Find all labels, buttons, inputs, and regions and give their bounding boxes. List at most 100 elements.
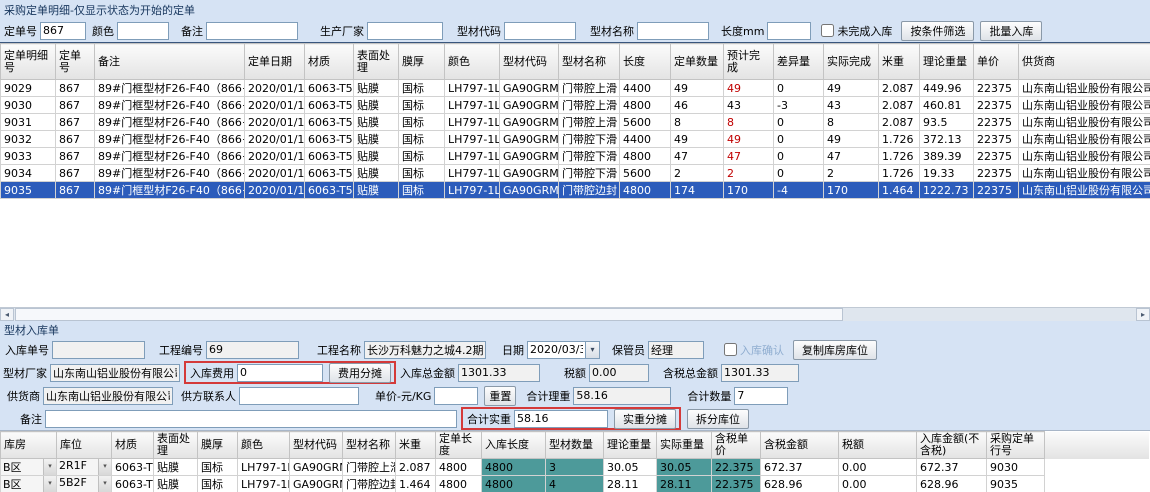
order-detail-row[interactable]: 9031 867 89#门框型材F26-F40（866+867） 2020/01…: [1, 114, 1150, 131]
chevron-down-icon[interactable]: ▾: [98, 476, 111, 492]
col-order-line-no[interactable]: 采购定单行号: [987, 432, 1045, 459]
col-actual-weight[interactable]: 实际重量: [657, 432, 712, 459]
actual-weight-share-button[interactable]: 实重分摊: [614, 409, 676, 429]
actual-total-input[interactable]: [514, 410, 608, 428]
col-order-date[interactable]: 定单日期: [245, 44, 305, 80]
order-detail-row[interactable]: 9034 867 89#门框型材F26-F40（866+867） 2020/01…: [1, 165, 1150, 182]
warehouse-select[interactable]: B区▾: [1, 476, 57, 492]
col-film[interactable]: 膜厚: [399, 44, 445, 80]
col-profile-code[interactable]: 型材代码: [500, 44, 559, 80]
col-surface[interactable]: 表面处理: [154, 432, 198, 459]
col-theory-weight[interactable]: 理论重量: [604, 432, 657, 459]
order-no-input[interactable]: [40, 22, 86, 40]
scrollbar-thumb[interactable]: [15, 308, 843, 321]
col-est-done[interactable]: 预计完成: [724, 44, 774, 80]
inbound-row[interactable]: B区▾ 5B2F▾ 6063-T5 贴膜 国标 LH797-1LL0 GA90G…: [1, 476, 1150, 492]
unit-price-input[interactable]: [434, 387, 478, 405]
chevron-down-icon[interactable]: ▾: [43, 476, 56, 492]
col-diff[interactable]: 差异量: [774, 44, 824, 80]
order-detail-row[interactable]: 9030 867 89#门框型材F26-F40（866+867） 2020/01…: [1, 97, 1150, 114]
col-location[interactable]: 库位: [57, 432, 112, 459]
col-meter-weight[interactable]: 米重: [879, 44, 920, 80]
col-profile-name[interactable]: 型材名称: [559, 44, 620, 80]
amount-input[interactable]: [458, 364, 540, 382]
col-profile-code[interactable]: 型材代码: [290, 432, 343, 459]
calendar-dropdown-icon[interactable]: ▾: [585, 341, 600, 359]
col-detail-no[interactable]: 定单明细号: [1, 44, 56, 80]
batch-inbound-button[interactable]: 批量入库: [980, 21, 1042, 41]
copy-warehouse-location-button[interactable]: 复制库房库位: [793, 340, 877, 360]
inbound-row[interactable]: B区▾ 2R1F▾ 6063-T5 贴膜 国标 LH797-1LL0 GA90G…: [1, 459, 1150, 476]
order-detail-row[interactable]: 9032 867 89#门框型材F26-F40（866+867） 2020/01…: [1, 131, 1150, 148]
cell-unit-price: 22375: [974, 182, 1019, 199]
keeper-input[interactable]: [648, 341, 704, 359]
order-detail-row[interactable]: 9035 867 89#门框型材F26-F40（866+867） 2020/01…: [1, 182, 1150, 199]
qty-total-input[interactable]: [734, 387, 788, 405]
col-remark[interactable]: 备注: [95, 44, 245, 80]
cell-unit-price: 22375: [974, 148, 1019, 165]
profile-name-input[interactable]: [637, 22, 709, 40]
date-picker[interactable]: ▾: [527, 341, 600, 359]
order-detail-row[interactable]: 9033 867 89#门框型材F26-F40（866+867） 2020/01…: [1, 148, 1150, 165]
scroll-left-icon[interactable]: ◂: [0, 308, 14, 321]
horizontal-scrollbar[interactable]: ◂ ▸: [0, 307, 1150, 321]
supplier-input[interactable]: [43, 387, 173, 405]
col-length[interactable]: 长度: [620, 44, 671, 80]
cell-material: 6063-T5: [305, 114, 354, 131]
col-surface[interactable]: 表面处理: [354, 44, 399, 80]
col-warehouse[interactable]: 库房: [1, 432, 57, 459]
col-material[interactable]: 材质: [112, 432, 154, 459]
warehouse-select[interactable]: B区▾: [1, 459, 57, 476]
date-input[interactable]: [527, 341, 585, 359]
col-in-length[interactable]: 入库长度: [482, 432, 546, 459]
col-material[interactable]: 材质: [305, 44, 354, 80]
inbound-remark-input[interactable]: [45, 410, 457, 428]
inbound-no-input[interactable]: [52, 341, 145, 359]
chevron-down-icon[interactable]: ▾: [98, 459, 111, 475]
col-qty[interactable]: 型材数量: [546, 432, 604, 459]
project-name-input[interactable]: [364, 341, 486, 359]
col-tax[interactable]: 税额: [839, 432, 917, 459]
unfinished-checkbox[interactable]: [821, 24, 834, 37]
remark-input[interactable]: [206, 22, 298, 40]
scroll-right-icon[interactable]: ▸: [1136, 308, 1150, 321]
col-meter-weight[interactable]: 米重: [396, 432, 436, 459]
col-tax-amount[interactable]: 含税金额: [761, 432, 839, 459]
col-profile-name[interactable]: 型材名称: [343, 432, 396, 459]
fee-share-button[interactable]: 费用分摊: [329, 363, 391, 383]
amount-tax-input[interactable]: [721, 364, 799, 382]
factory-input[interactable]: [50, 364, 180, 382]
col-supplier[interactable]: 供货商: [1019, 44, 1150, 80]
order-detail-row[interactable]: 9029 867 89#门框型材F26-F40（866+867） 2020/01…: [1, 80, 1150, 97]
col-tax-price[interactable]: 含税单价: [712, 432, 761, 459]
col-color[interactable]: 颜色: [238, 432, 290, 459]
manufacturer-input[interactable]: [367, 22, 443, 40]
col-film[interactable]: 膜厚: [198, 432, 238, 459]
chevron-down-icon[interactable]: ▾: [43, 459, 56, 475]
location-select[interactable]: 2R1F▾: [57, 459, 112, 476]
contact-input[interactable]: [239, 387, 359, 405]
split-location-button[interactable]: 拆分库位: [687, 409, 749, 429]
col-color[interactable]: 颜色: [445, 44, 500, 80]
col-theory-weight[interactable]: 理论重量: [920, 44, 974, 80]
profile-code-input[interactable]: [504, 22, 576, 40]
col-unit-price[interactable]: 单价: [974, 44, 1019, 80]
col-actual-done[interactable]: 实际完成: [824, 44, 879, 80]
theory-total-input[interactable]: [573, 387, 671, 405]
cell-order-date: 2020/01/13: [245, 182, 305, 199]
col-order-qty[interactable]: 定单数量: [671, 44, 724, 80]
color-input[interactable]: [117, 22, 169, 40]
scrollbar-track[interactable]: [844, 308, 1136, 321]
reset-button[interactable]: 重置: [484, 386, 516, 406]
col-amount-no-tax[interactable]: 入库金额(不含税): [917, 432, 987, 459]
col-order-length[interactable]: 定单长度: [436, 432, 482, 459]
cell-est-done: 49: [724, 131, 774, 148]
fee-input[interactable]: [237, 364, 323, 382]
col-order-no[interactable]: 定单号: [56, 44, 95, 80]
tax-input[interactable]: [589, 364, 649, 382]
location-select[interactable]: 5B2F▾: [57, 476, 112, 492]
inbound-confirm-checkbox[interactable]: [724, 343, 737, 356]
filter-by-condition-button[interactable]: 按条件筛选: [901, 21, 974, 41]
length-input[interactable]: [767, 22, 811, 40]
project-no-input[interactable]: [206, 341, 299, 359]
